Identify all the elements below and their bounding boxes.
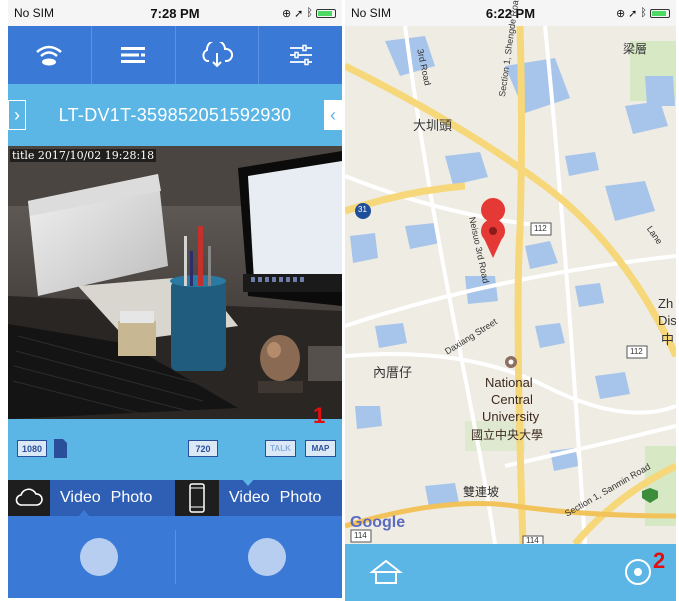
map-screen: No SIM 6:22 PM ⊕ ➚ ᛒ 梁層 大圳頭 內厝仔 National…: [345, 0, 676, 601]
battery-icon: [315, 8, 336, 18]
home-button[interactable]: [369, 558, 403, 586]
clock: 7:28 PM: [150, 5, 200, 21]
phone-capture-button[interactable]: [248, 538, 286, 576]
map-label-university: University: [482, 409, 540, 424]
carrier-label: No SIM: [14, 6, 55, 20]
navigation-icon: ➚: [628, 7, 638, 20]
map-canvas: [345, 25, 676, 549]
location-icon: ⊕: [615, 7, 626, 20]
device-name: LT-DV1T-359852051592930: [58, 104, 292, 125]
cloud-photo-tab[interactable]: Photo: [111, 489, 153, 507]
target-icon: [625, 559, 651, 585]
previous-device-button[interactable]: ›: [8, 100, 26, 130]
home-icon: [369, 559, 403, 584]
google-logo: Google: [350, 514, 406, 531]
phone-photo-tab[interactable]: Photo: [280, 489, 322, 507]
camera-app-screen: No SIM 7:28 PM ⊕ ➚ ᛒ › LT-DV1T-359852051…: [8, 0, 342, 601]
map-bottom-bar: 2: [345, 544, 676, 601]
map-label-place: 內厝仔: [373, 365, 413, 380]
navigation-icon: ➚: [294, 7, 304, 20]
location-icon: ⊕: [281, 7, 292, 20]
system-icons: ⊕ ➚ ᛒ: [229, 7, 336, 20]
map-label-place: 大圳頭: [413, 118, 453, 133]
resolution-1080-button[interactable]: 1080: [17, 440, 47, 457]
top-toolbar: [8, 26, 342, 84]
selected-indicator-icon: [242, 479, 254, 486]
live-video-feed[interactable]: title 2017/10/02 19:28:18: [8, 146, 342, 419]
capture-button-panel: [8, 516, 342, 598]
video-timestamp: title 2017/10/02 19:28:18: [10, 149, 157, 162]
next-device-button[interactable]: ‹: [324, 100, 342, 130]
annotation-marker-1: 1: [313, 403, 326, 428]
chevron-left-icon: ‹: [330, 104, 336, 125]
stream-info-bar: 1080 720 TALK MAP 1: [8, 403, 342, 480]
route-shield: 112: [630, 347, 643, 356]
map-label-edge: Zh: [658, 296, 674, 311]
list-icon: [121, 47, 146, 63]
battery-icon: [649, 8, 670, 18]
phone-video-tab[interactable]: Video: [229, 489, 270, 507]
route-shield: 31: [358, 205, 367, 214]
bluetooth-icon: ᛒ: [640, 7, 647, 19]
status-bar: No SIM 7:28 PM ⊕ ➚ ᛒ: [8, 0, 342, 26]
cloud-mode-options: Video Photo: [50, 480, 175, 516]
carrier-label: No SIM: [351, 6, 392, 20]
system-icons: ⊕ ➚ ᛒ: [564, 7, 670, 20]
map-label-place: 雙連坡: [463, 485, 500, 499]
map-label-place: 梁層: [623, 42, 648, 56]
map-label-university: Central: [491, 392, 533, 407]
list-button[interactable]: [92, 26, 176, 84]
map-label-edge: 中: [661, 332, 675, 347]
map-label-university: 國立中央大學: [471, 428, 544, 442]
device-selector-bar: › LT-DV1T-359852051592930 ‹: [8, 84, 342, 146]
route-shield: 112: [534, 224, 547, 233]
talk-button[interactable]: TALK: [265, 440, 296, 457]
wifi-icon: [36, 45, 63, 66]
map-button[interactable]: MAP: [305, 440, 336, 457]
phone-mode-options: Video Photo: [219, 480, 342, 516]
map-label-edge: Dis: [658, 313, 676, 328]
cloud-capture-button[interactable]: [80, 538, 118, 576]
resolution-720-button[interactable]: 720: [188, 440, 218, 457]
annotation-marker-2: 2: [653, 548, 666, 573]
chevron-right-icon: ›: [14, 104, 20, 125]
cloud-video-tab[interactable]: Video: [60, 489, 101, 507]
cloud-download-button[interactable]: [176, 26, 260, 84]
panel-divider: [175, 530, 176, 584]
locate-button[interactable]: [623, 557, 653, 587]
camera-frame-image: [8, 146, 342, 419]
settings-button[interactable]: [259, 26, 342, 84]
map-label-university: National: [485, 375, 533, 390]
cloud-download-icon: [202, 42, 233, 68]
map-view[interactable]: 梁層 大圳頭 內厝仔 National Central University 國…: [345, 0, 676, 549]
capture-mode-bar: Video Photo Video Photo: [8, 479, 342, 517]
sliders-icon: [289, 44, 312, 66]
phone-mode-button[interactable]: [175, 480, 219, 516]
bluetooth-icon: ᛒ: [306, 7, 313, 19]
cloud-icon: [15, 488, 43, 506]
phone-icon: [189, 483, 205, 513]
cloud-mode-button[interactable]: [8, 480, 50, 516]
storage-file-icon: [54, 439, 67, 458]
wifi-button[interactable]: [8, 26, 92, 84]
route-shield: 114: [354, 531, 367, 540]
